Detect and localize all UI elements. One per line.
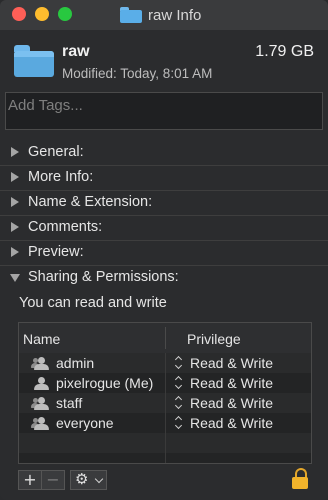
minimize-button[interactable] <box>35 7 49 21</box>
section-label: Preview: <box>28 244 84 260</box>
group-icon <box>31 397 51 410</box>
remove-user-button[interactable]: − <box>41 470 65 490</box>
disclosure-triangle-icon[interactable] <box>11 147 19 157</box>
privilege-popup[interactable]: Read & Write <box>190 395 273 411</box>
privilege-popup[interactable]: Read & Write <box>190 375 273 391</box>
user-icon <box>33 377 51 390</box>
permissions-table[interactable]: Name Privilege admin Read & Write pixelr… <box>18 322 312 464</box>
column-separator <box>165 353 166 463</box>
user-name: staff <box>56 395 83 411</box>
column-separator <box>165 327 166 349</box>
info-header: raw 1.79 GB Modified: Today, 8:01 AM <box>0 30 328 90</box>
disclosure-triangle-icon[interactable] <box>11 197 19 207</box>
disclosure-triangle-icon[interactable] <box>11 247 19 257</box>
table-header: Name Privilege <box>19 323 311 354</box>
section-label: Name & Extension: <box>28 194 153 210</box>
window-title: raw Info <box>148 6 202 24</box>
action-menu-button[interactable]: ⚙ <box>70 470 107 490</box>
folder-icon <box>120 7 142 23</box>
everyone-icon <box>31 417 51 430</box>
close-button[interactable] <box>12 7 26 21</box>
disclosure-triangle-icon[interactable] <box>11 222 19 232</box>
privilege-popup[interactable]: Read & Write <box>190 415 273 431</box>
permission-summary: You can read and write <box>19 295 167 311</box>
section-general[interactable]: General: <box>0 140 328 165</box>
chevron-up-down-icon[interactable] <box>174 355 183 370</box>
zoom-button[interactable] <box>58 7 72 21</box>
gear-icon: ⚙ <box>75 470 89 488</box>
chevron-down-icon <box>94 474 104 484</box>
window-title-group: raw Info <box>120 4 201 26</box>
disclosure-triangle-icon[interactable] <box>11 172 19 182</box>
user-name: admin <box>56 355 95 371</box>
user-name: pixelrogue (Me) <box>56 375 154 391</box>
modified-date: Modified: Today, 8:01 AM <box>62 66 213 81</box>
chevron-up-down-icon[interactable] <box>174 415 183 430</box>
section-name-extension[interactable]: Name & Extension: <box>0 190 328 215</box>
tags-field[interactable] <box>5 92 323 130</box>
chevron-up-down-icon[interactable] <box>174 375 183 390</box>
chevron-up-down-icon[interactable] <box>174 395 183 410</box>
folder-icon <box>14 45 54 77</box>
tags-input[interactable] <box>8 95 318 115</box>
privilege-popup[interactable]: Read & Write <box>190 355 273 371</box>
section-more-info[interactable]: More Info: <box>0 165 328 190</box>
column-header-name[interactable]: Name <box>23 331 60 347</box>
section-preview[interactable]: Preview: <box>0 240 328 265</box>
section-label: Sharing & Permissions: <box>28 269 179 285</box>
section-label: More Info: <box>28 169 94 185</box>
section-comments[interactable]: Comments: <box>0 215 328 240</box>
group-icon <box>31 357 51 370</box>
title-bar[interactable]: raw Info <box>0 0 328 30</box>
lock-icon[interactable] <box>292 468 308 490</box>
column-header-privilege[interactable]: Privilege <box>187 331 241 347</box>
add-user-button[interactable]: + <box>18 470 42 490</box>
section-label: General: <box>28 144 84 160</box>
section-sharing-permissions[interactable]: Sharing & Permissions: <box>0 265 328 290</box>
item-size: 1.79 GB <box>255 43 314 60</box>
item-name: raw <box>62 43 90 60</box>
disclosure-triangle-open-icon[interactable] <box>10 274 20 282</box>
user-name: everyone <box>56 415 114 431</box>
info-window: raw Info raw 1.79 GB Modified: Today, 8:… <box>0 0 328 500</box>
section-label: Comments: <box>28 219 103 235</box>
